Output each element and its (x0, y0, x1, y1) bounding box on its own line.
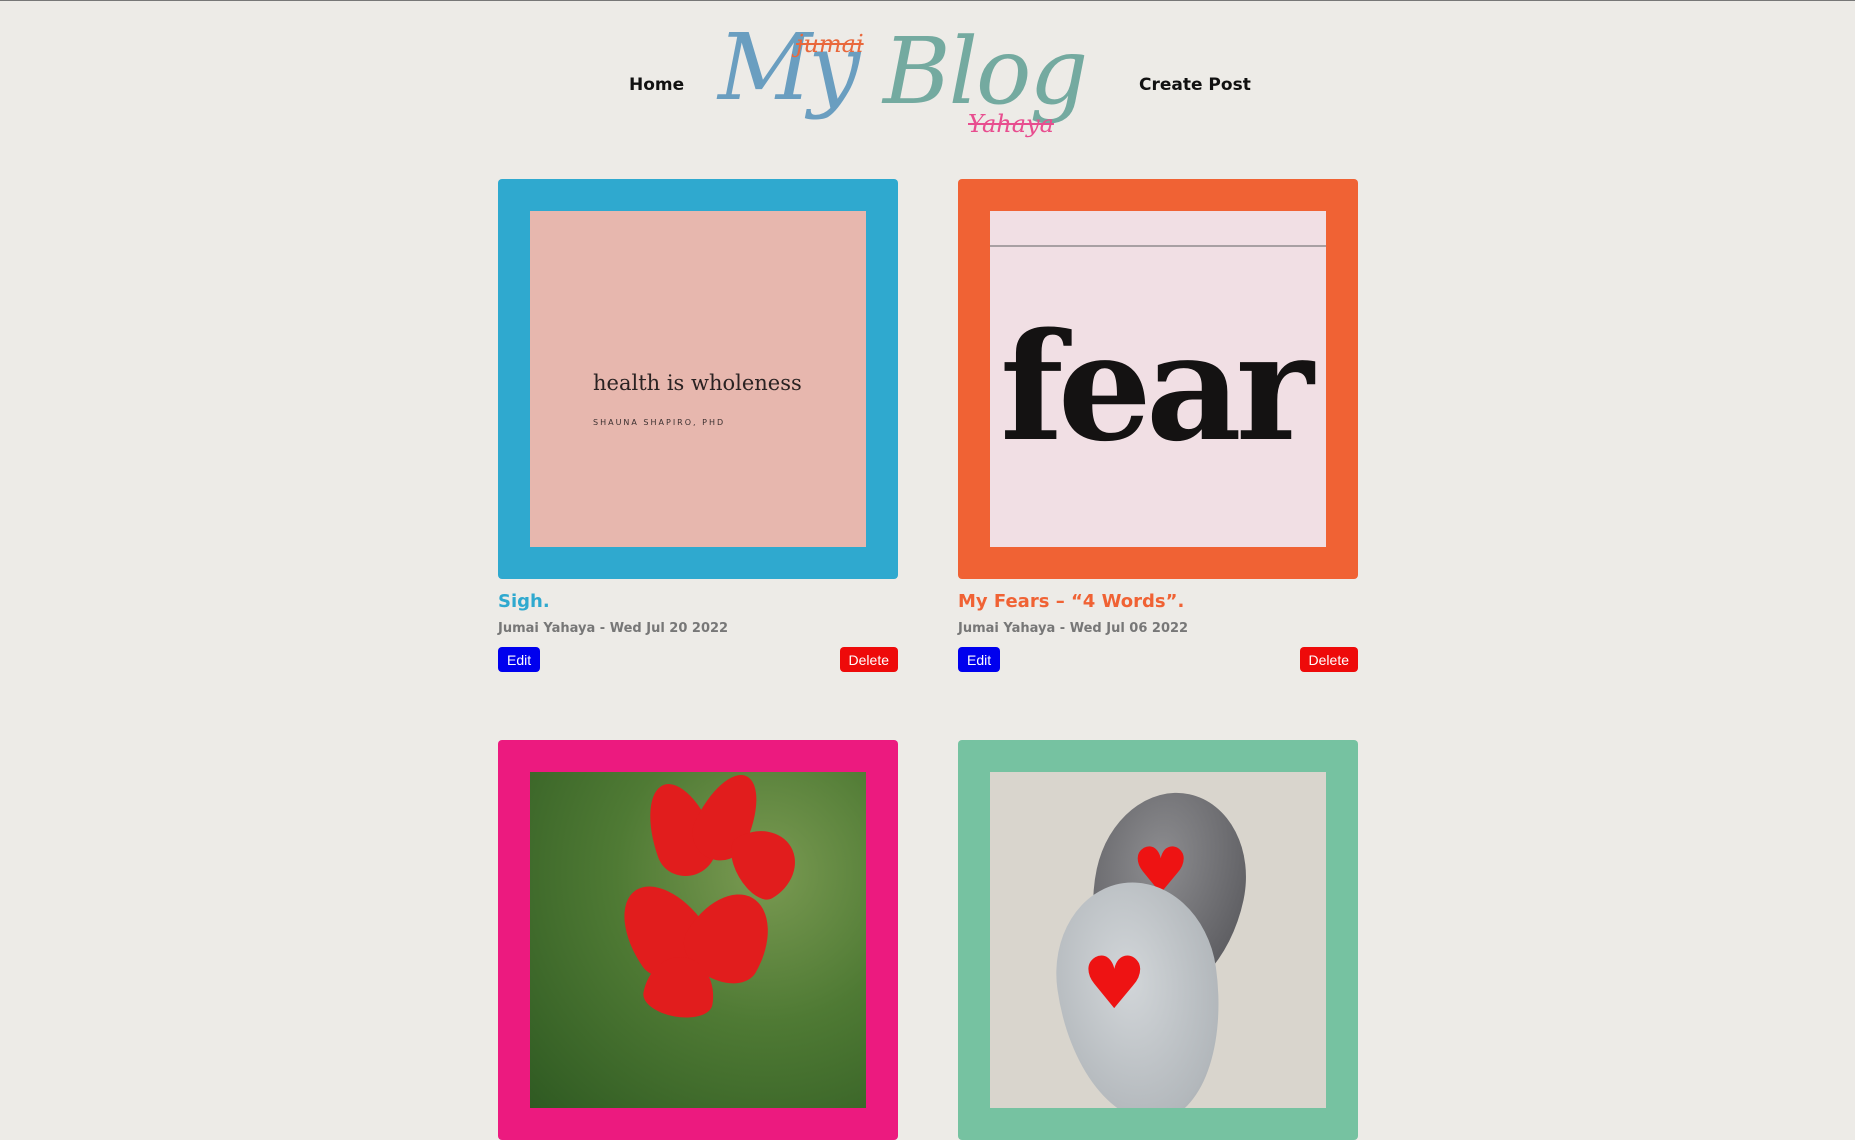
image-rule-line (990, 245, 1326, 247)
logo-last-name: Yahaya (968, 110, 1054, 138)
logo-blog-text: Blog (883, 18, 1088, 125)
edit-button[interactable]: Edit (958, 647, 1001, 672)
heart-stones-image: ♥ ♥ (990, 772, 1326, 1108)
post-title[interactable]: Sigh. (498, 591, 550, 612)
post-card: health is wholeness SHAUNA SHAPIRO, PHD … (498, 179, 898, 672)
heart-icon: ♥ (1082, 941, 1147, 1025)
post-image-frame[interactable] (498, 740, 898, 1140)
post-title[interactable]: My Fears – “4 Words”. (958, 591, 1184, 612)
edit-button[interactable]: Edit (498, 647, 541, 672)
nav-create-post-link[interactable]: Create Post (1139, 75, 1251, 95)
post-card: fear My Fears – “4 Words”. Jumai Yahaya … (958, 179, 1358, 672)
post-card: ♥ ♥ (958, 740, 1358, 1140)
image-fear-word: fear (1000, 300, 1314, 474)
post-meta: Jumai Yahaya - Wed Jul 20 2022 (498, 621, 729, 636)
post-image: health is wholeness SHAUNA SHAPIRO, PHD (530, 211, 866, 547)
delete-button[interactable]: Delete (839, 647, 898, 672)
blog-logo[interactable]: My Blog jumai Yahaya (718, 22, 1098, 157)
red-flower-image (530, 772, 866, 1108)
post-meta: Jumai Yahaya - Wed Jul 06 2022 (958, 621, 1189, 636)
image-quote-text: health is wholeness (593, 371, 802, 395)
delete-button[interactable]: Delete (1299, 647, 1358, 672)
post-image: fear (990, 211, 1326, 547)
nav-home-link[interactable]: Home (629, 75, 684, 95)
post-card (498, 740, 898, 1140)
image-quote-author: SHAUNA SHAPIRO, PHD (593, 418, 726, 427)
site-header: Home My Blog jumai Yahaya Create Post (0, 0, 1855, 160)
post-image-frame[interactable]: ♥ ♥ (958, 740, 1358, 1140)
post-image-frame[interactable]: fear (958, 179, 1358, 579)
logo-first-name: jumai (796, 30, 864, 58)
post-image-frame[interactable]: health is wholeness SHAUNA SHAPIRO, PHD (498, 179, 898, 579)
